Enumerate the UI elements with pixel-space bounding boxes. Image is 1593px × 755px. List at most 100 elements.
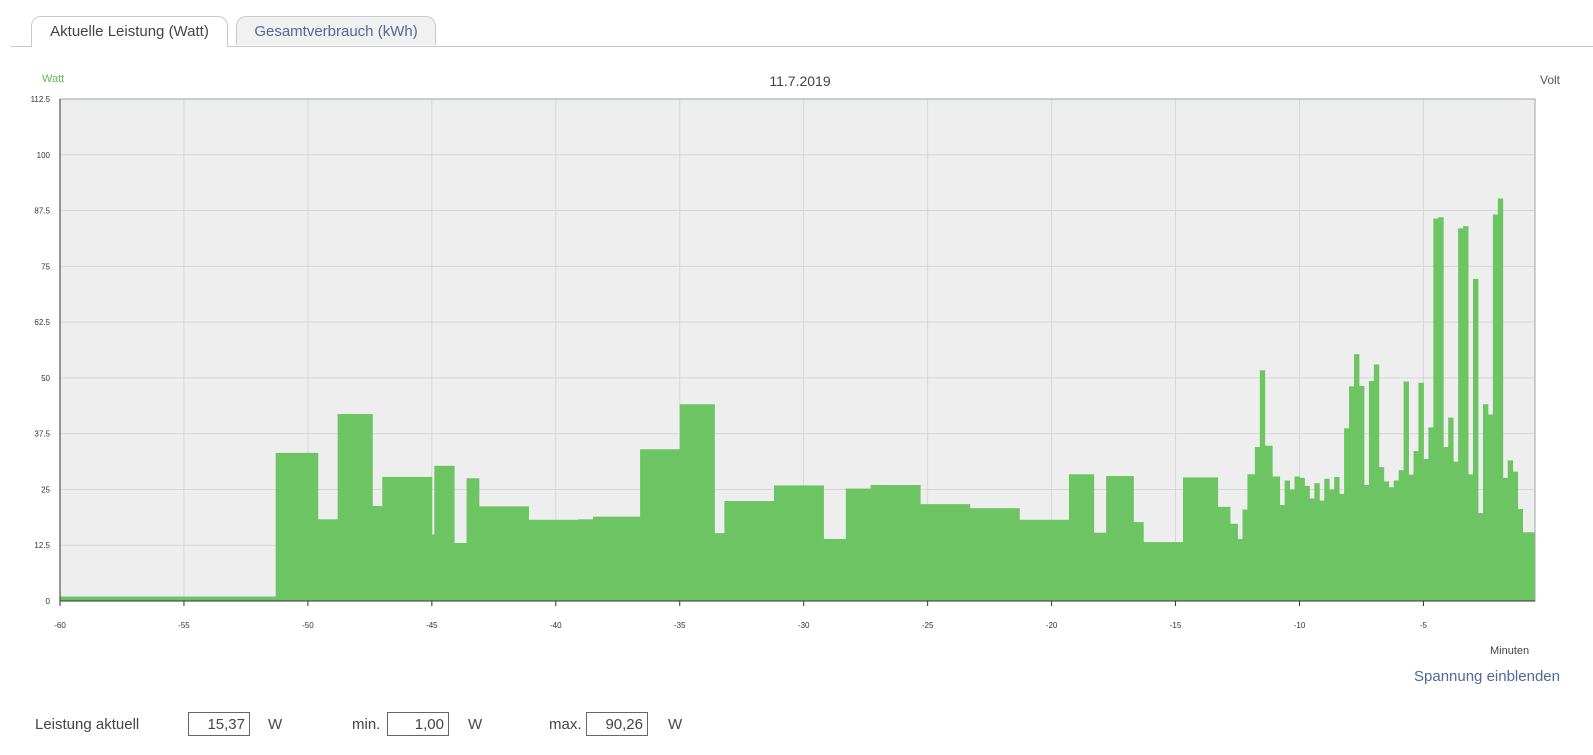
x-tick-label: -15 [1170,621,1182,630]
power-bar [578,519,594,601]
power-chart: 0 12.5 25 37.5 50 62.5 75 87.5 100 112.5 -60 -55 -5… [31,95,1536,630]
x-tick-label: -10 [1294,621,1306,630]
power-bar [1527,532,1533,601]
power-bar [1482,404,1489,601]
power-bar [382,476,433,601]
power-bar [431,534,435,601]
power-bar [1299,477,1305,601]
power-bar [1237,538,1243,601]
power-bar [1388,487,1395,601]
power-bar [1443,447,1449,601]
power-bar [478,506,529,601]
y-tick-label: 25 [41,485,50,494]
power-bar [1093,532,1107,601]
power-bar [1363,484,1370,601]
y-axis-ticks: 0 12.5 25 37.5 50 62.5 75 87.5 100 112.5 [31,95,51,606]
x-tick-label: -50 [302,621,314,630]
current-power-unit: W [268,716,283,733]
power-bar [1408,474,1414,601]
power-bar [1106,476,1134,601]
min-power-value: 1,00 [387,712,449,736]
x-tick-label: -55 [178,621,190,630]
power-bar [1247,474,1256,601]
power-bar [317,519,339,601]
power-bar [1254,447,1261,601]
max-power-label: max. [549,716,582,733]
power-bar [1264,445,1273,601]
power-bar [1522,532,1528,601]
x-tick-label: -35 [674,621,686,630]
power-bar [528,519,579,601]
x-tick-label: -40 [550,621,562,630]
power-bar [1259,370,1266,601]
power-bar [1453,461,1459,601]
power-bar [640,449,681,601]
power-bar [1468,474,1474,601]
power-bar [466,478,480,601]
power-bar [1517,509,1524,601]
max-power-value: 90,26 [586,712,648,736]
power-bar [773,485,824,601]
power-bar [1182,477,1219,601]
power-bar [1314,483,1320,601]
power-bar [1279,505,1286,601]
power-bar [1143,542,1184,601]
power-bar [1354,354,1360,601]
power-bar [1358,385,1365,601]
power-bar [920,504,971,601]
y-tick-label: 0 [46,597,51,606]
power-bar [1398,470,1405,601]
power-bar [1334,476,1340,601]
power-bar [1428,427,1434,601]
power-bar [275,452,319,601]
power-bar [592,516,641,601]
x-tick-label: -45 [426,621,438,630]
power-bar [1324,478,1330,601]
power-bar [1373,364,1380,601]
power-bar [724,501,775,601]
power-bar [1477,513,1484,601]
power-bar [1393,480,1400,601]
y-tick-label: 37.5 [34,430,50,439]
y-tick-label: 100 [37,151,51,160]
power-bar [823,538,847,601]
power-bar [1272,476,1281,601]
power-bar [1294,476,1300,601]
power-bar [1339,493,1345,601]
power-bar [714,533,725,601]
power-bar [1492,214,1499,602]
power-bar [1497,198,1504,601]
x-tick-label: -25 [922,621,934,630]
power-bar [1289,489,1295,601]
power-bar [1242,509,1248,601]
min-power-label: min. [352,716,381,733]
x-axis-label: Minuten [1490,645,1530,657]
y-tick-label: 62.5 [34,318,50,327]
power-bar [969,508,1020,601]
power-bar [870,484,921,601]
power-bar [1319,500,1325,601]
power-bar [845,488,872,601]
power-bar [1463,226,1469,601]
power-bar [1433,218,1439,601]
power-bar [1309,498,1315,601]
show-voltage-link[interactable]: Spannung einblenden [1414,668,1560,685]
power-bar [434,465,455,601]
power-bar [1217,506,1231,601]
power-bar [372,505,383,601]
min-power-unit: W [468,716,483,733]
power-bar [1502,477,1509,601]
power-bar [679,404,715,601]
power-bar [1448,417,1454,601]
x-tick-label: -30 [798,621,810,630]
power-bar [1019,519,1070,601]
power-bar [1383,481,1390,601]
power-bar [1133,522,1144,601]
power-bar [60,596,277,601]
y-tick-label: 112.5 [31,95,51,104]
max-power-unit: W [668,716,683,733]
power-bar [1304,485,1310,601]
power-bar [1230,523,1238,601]
power-bar [1284,480,1290,601]
power-bar [1512,471,1519,601]
